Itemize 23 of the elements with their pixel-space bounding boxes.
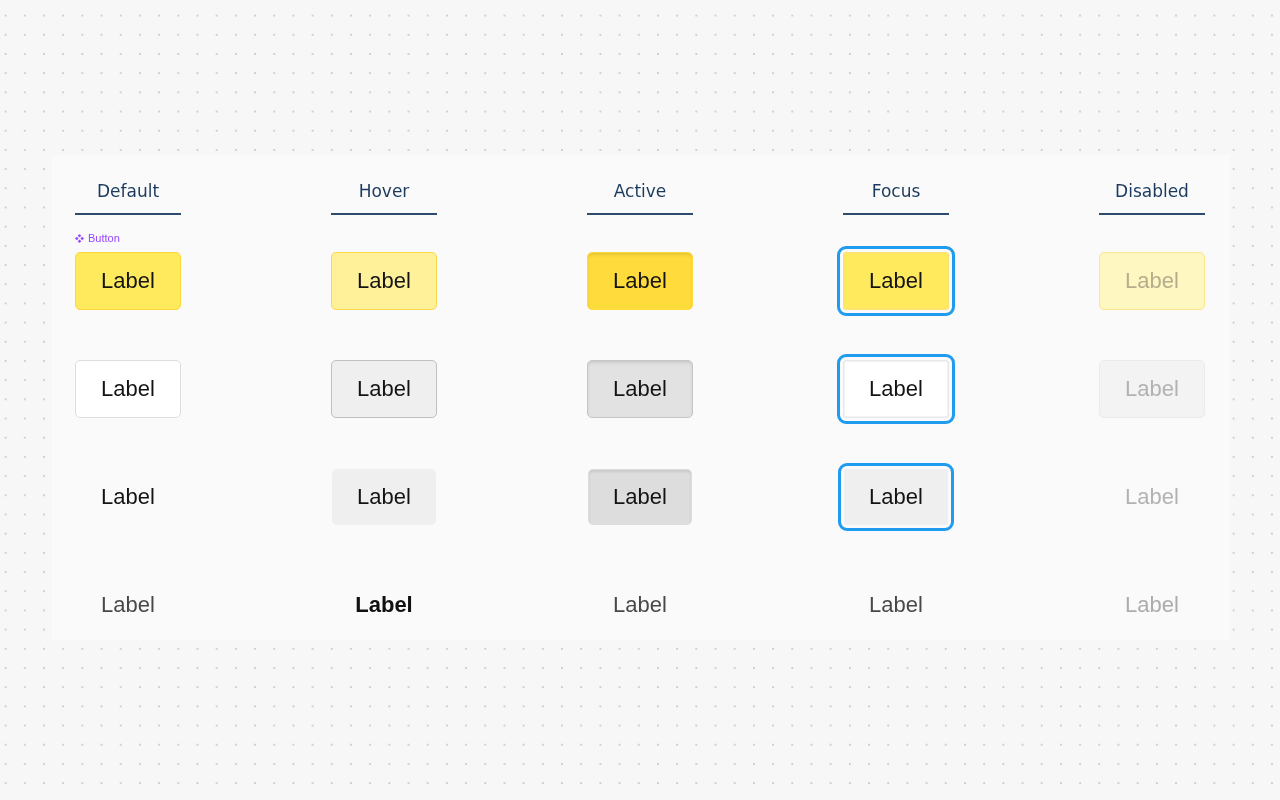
label-button[interactable]: Label [75, 360, 181, 418]
label-button[interactable]: Label [75, 252, 181, 310]
label-button[interactable]: Label [101, 484, 155, 510]
column-header: Hover [331, 180, 437, 215]
label-button[interactable]: Label [838, 463, 954, 531]
component-icon [75, 233, 84, 243]
component-label: Button [88, 231, 120, 245]
label-button[interactable]: Label [331, 252, 437, 310]
label-button[interactable]: Label [588, 469, 692, 525]
text-link-button[interactable]: Label [869, 592, 923, 618]
label-button[interactable]: Label [587, 360, 693, 418]
text-link-button[interactable]: Label [613, 592, 667, 618]
label-button[interactable]: Label [331, 360, 437, 418]
label-button[interactable]: Label [837, 246, 955, 316]
label-button[interactable]: Label [837, 354, 955, 424]
label-button[interactable]: Label [587, 252, 693, 310]
column-header: Disabled [1099, 180, 1205, 215]
text-link-button[interactable]: Label [101, 592, 155, 618]
label-button[interactable]: Label [332, 469, 436, 525]
column-header: Active [587, 180, 693, 215]
column-header: Default [75, 180, 181, 215]
text-link-button[interactable]: Label [355, 592, 413, 618]
column-header: Focus [843, 180, 949, 215]
